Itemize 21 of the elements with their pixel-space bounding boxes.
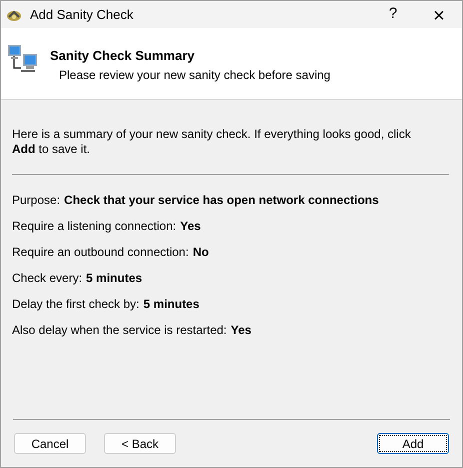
summary-label: Check every: <box>12 270 82 287</box>
dialog-button[interactable]: < Back <box>104 433 176 454</box>
summary-label: Require an outbound connection: <box>12 244 189 261</box>
help-button[interactable]: ? <box>370 1 416 28</box>
header-title: Sanity Check Summary <box>50 47 196 65</box>
dialog-button[interactable]: Add <box>377 433 449 454</box>
summary-label: Require a listening connection: <box>12 218 176 235</box>
summary-label: Purpose: <box>12 192 60 209</box>
close-button[interactable]: × <box>416 1 462 28</box>
summary-value: 5 minutes <box>143 296 200 313</box>
summary-value: Check that your service has open network connections <box>64 192 379 209</box>
summary-label: Delay the first check by: <box>12 296 140 313</box>
summary-value: No <box>192 244 209 261</box>
summary-label: Also delay when the service is restarted: <box>12 322 227 339</box>
summary-value: 5 minutes <box>86 270 142 287</box>
dialog-button[interactable]: Cancel <box>14 433 86 454</box>
header-subtitle: Please review your new sanity check before saving <box>59 66 330 84</box>
summary-value: Yes <box>180 218 201 235</box>
window-title: Add Sanity Check <box>30 6 134 24</box>
intro-text: Here is a summary of your new sanity check. If everything looks good, click Add to save it. <box>12 127 412 157</box>
summary-value: Yes <box>230 322 252 339</box>
